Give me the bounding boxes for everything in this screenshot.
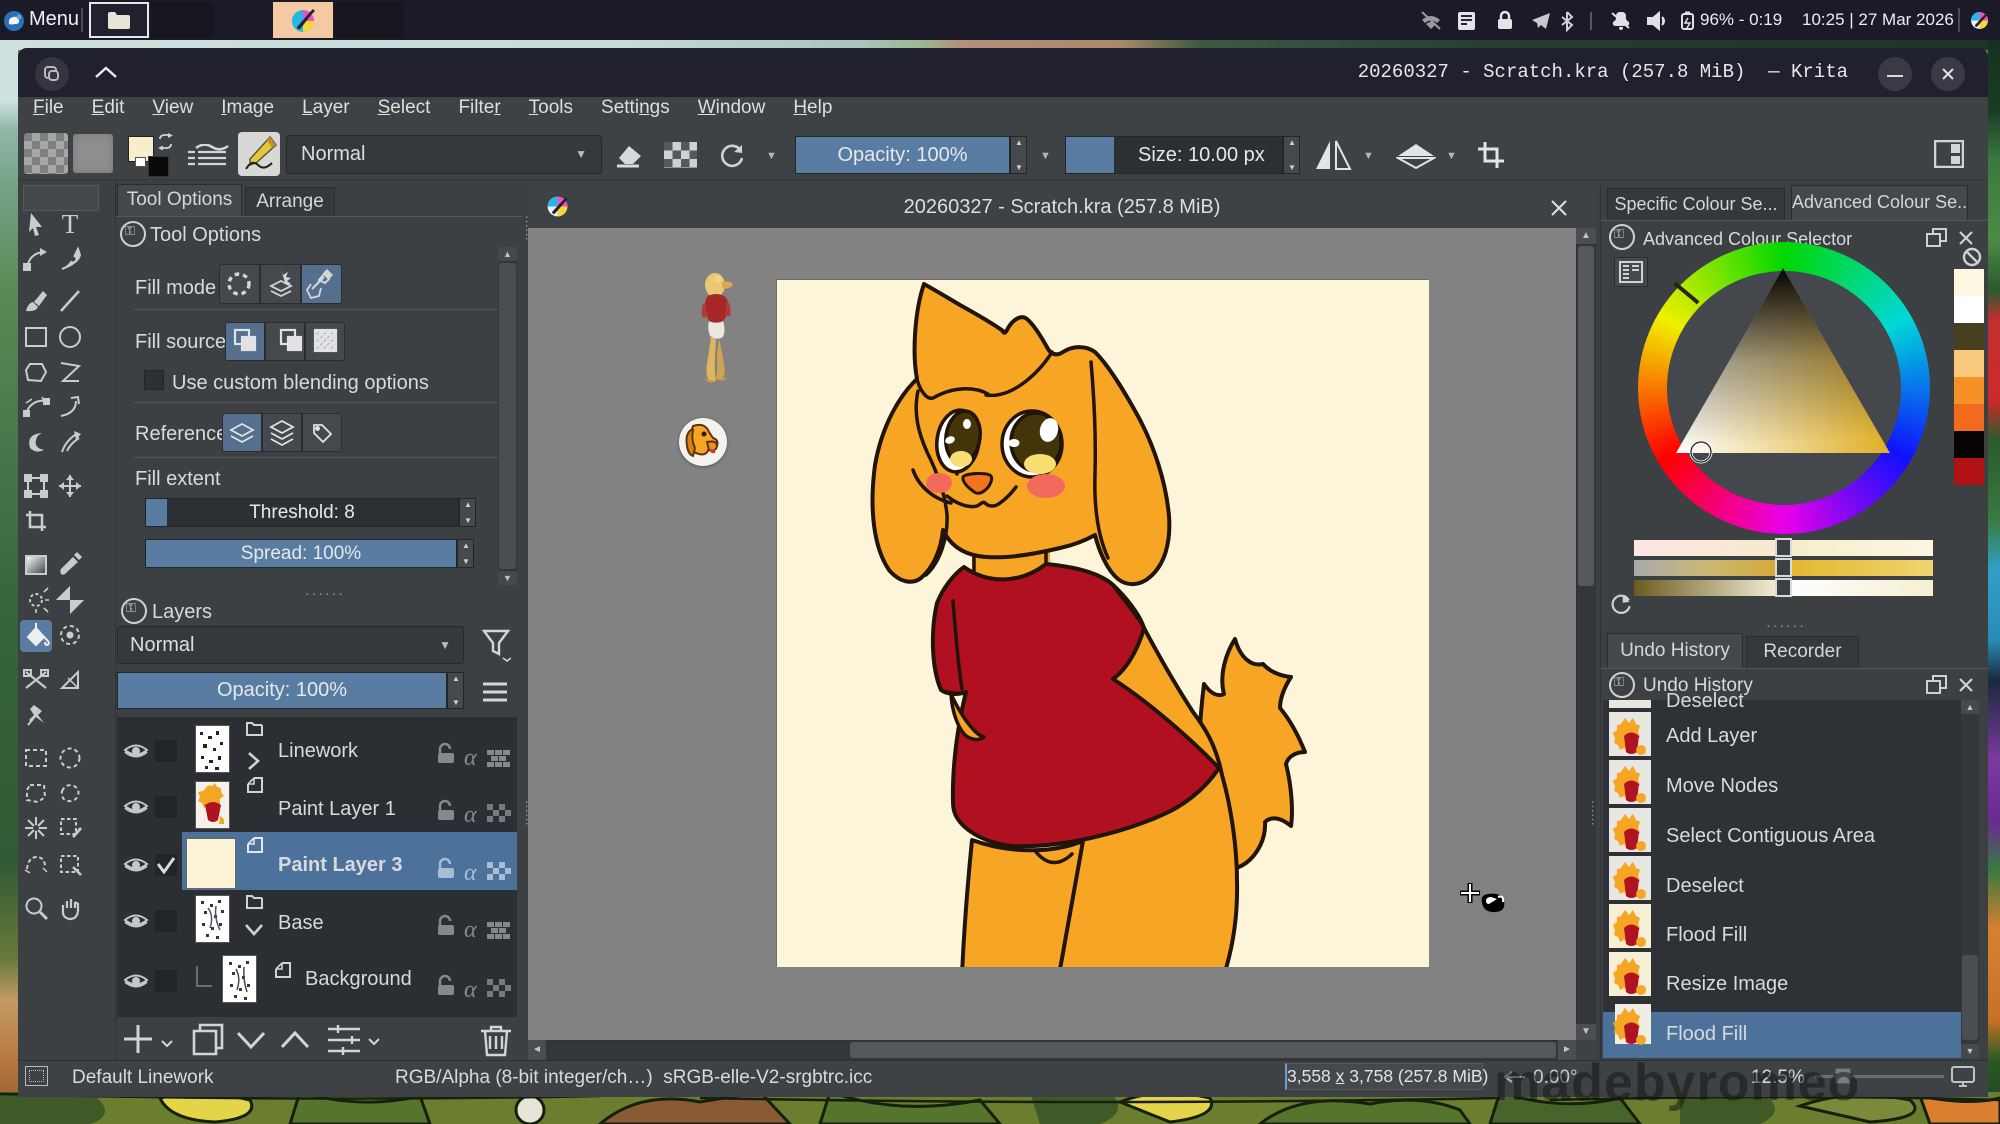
svg-text:α: α	[464, 977, 477, 1003]
svg-text:α: α	[464, 917, 477, 943]
svg-text:α: α	[464, 802, 477, 828]
svg-text:α: α	[464, 745, 477, 771]
svg-text:T: T	[62, 209, 79, 239]
svg-text:α: α	[464, 860, 477, 886]
